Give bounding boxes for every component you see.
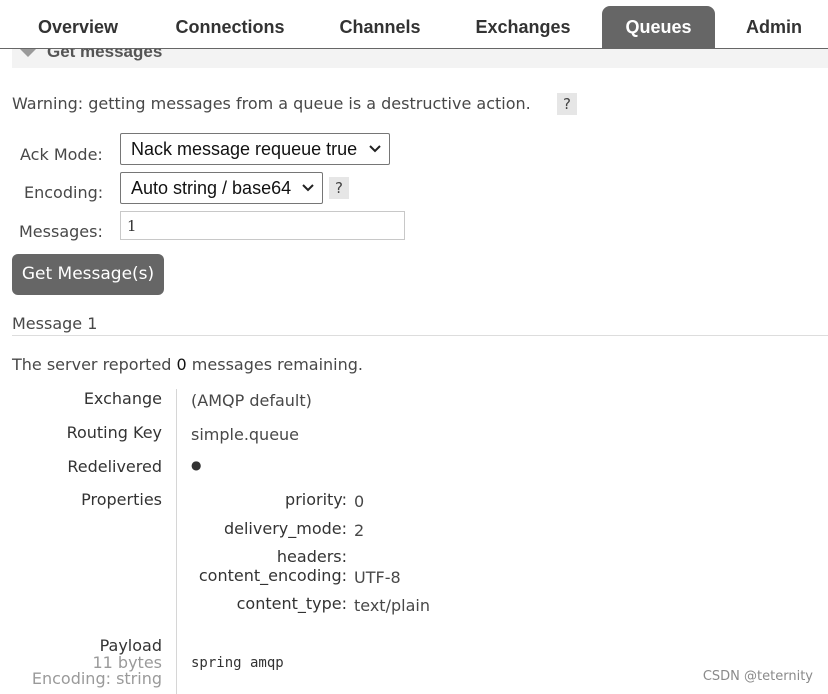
content-type-value: text/plain bbox=[354, 596, 430, 615]
tab-connections[interactable]: Connections bbox=[158, 6, 302, 48]
redelivered-label: Redelivered bbox=[67, 457, 162, 476]
remaining-messages-text: The server reported 0 messages remaining… bbox=[12, 355, 363, 374]
tab-overview[interactable]: Overview bbox=[16, 6, 140, 48]
nav-tabs: Overview Connections Channels Exchanges … bbox=[0, 0, 828, 49]
content-encoding-key: content_encoding: bbox=[198, 566, 347, 585]
messages-count-input[interactable]: 1 bbox=[120, 211, 405, 240]
remaining-suffix: messages remaining. bbox=[186, 355, 364, 374]
divider bbox=[12, 335, 828, 336]
details-separator bbox=[176, 389, 177, 694]
destructive-warning: Warning: getting messages from a queue i… bbox=[12, 94, 531, 113]
chevron-down-icon bbox=[302, 184, 314, 192]
content-type-key: content_type: bbox=[236, 594, 347, 613]
get-messages-button[interactable]: Get Message(s) bbox=[12, 254, 164, 295]
messages-label: Messages: bbox=[19, 222, 103, 241]
payload-value: spring amqp bbox=[191, 655, 284, 671]
headers-key: headers: bbox=[276, 547, 347, 566]
routing-key-value: simple.queue bbox=[191, 425, 300, 444]
delivery-mode-key: delivery_mode: bbox=[223, 519, 347, 538]
payload-encoding: Encoding: string bbox=[31, 669, 162, 688]
encoding-label: Encoding: bbox=[24, 183, 104, 202]
warning-help-icon[interactable]: ? bbox=[557, 93, 577, 115]
ack-mode-label: Ack Mode: bbox=[20, 145, 103, 164]
tab-exchanges[interactable]: Exchanges bbox=[458, 6, 588, 48]
chevron-down-icon bbox=[369, 145, 381, 153]
priority-key: priority: bbox=[285, 490, 347, 509]
ack-mode-value: Nack message requeue true bbox=[131, 139, 358, 159]
exchange-label: Exchange bbox=[83, 389, 162, 408]
delivery-mode-value: 2 bbox=[354, 521, 365, 540]
get-messages-section-header[interactable]: Get messages bbox=[12, 49, 828, 68]
tab-queues[interactable]: Queues bbox=[602, 6, 715, 48]
properties-label: Properties bbox=[81, 490, 162, 509]
encoding-value: Auto string / base64 bbox=[131, 178, 292, 198]
remaining-count: 0 bbox=[176, 355, 187, 374]
exchange-value: (AMQP default) bbox=[191, 391, 312, 410]
encoding-select[interactable]: Auto string / base64 bbox=[120, 172, 323, 204]
watermark: CSDN @teternity bbox=[702, 669, 813, 684]
ack-mode-select[interactable]: Nack message requeue true bbox=[120, 133, 390, 165]
tab-admin[interactable]: Admin bbox=[728, 6, 820, 48]
section-title: Get messages bbox=[47, 49, 163, 61]
message-heading: Message 1 bbox=[12, 314, 98, 333]
content-encoding-value: UTF-8 bbox=[354, 568, 401, 587]
redelivered-bullet-icon: ● bbox=[191, 458, 202, 472]
remaining-prefix: The server reported bbox=[12, 355, 177, 374]
priority-value: 0 bbox=[354, 492, 365, 511]
routing-key-label: Routing Key bbox=[66, 423, 162, 442]
tab-channels[interactable]: Channels bbox=[322, 6, 438, 48]
collapse-triangle-icon[interactable] bbox=[20, 49, 36, 57]
encoding-help-icon[interactable]: ? bbox=[329, 177, 349, 199]
